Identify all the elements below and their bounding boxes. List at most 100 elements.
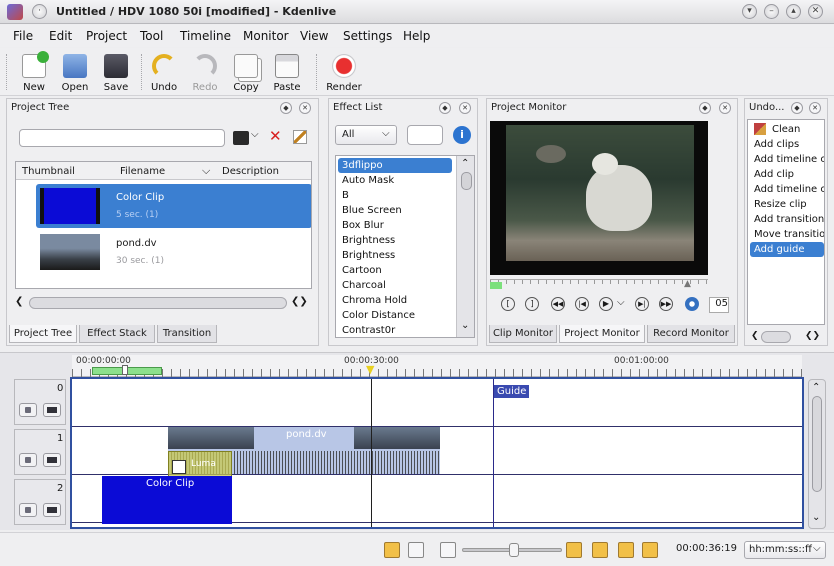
menu-edit[interactable]: Edit bbox=[49, 29, 72, 43]
effect-item[interactable]: B bbox=[338, 188, 452, 203]
undo-history-item[interactable]: Clean bbox=[750, 122, 824, 137]
zoom-value[interactable]: 05 bbox=[709, 297, 729, 313]
scroll-up-icon[interactable]: ⌃ bbox=[461, 158, 469, 169]
float-panel-button[interactable]: ◆ bbox=[699, 102, 711, 114]
scroll-left-icon[interactable]: ❮ bbox=[751, 331, 759, 341]
next-frame-icon[interactable]: ▶| bbox=[635, 297, 649, 311]
audio-mute-icon[interactable] bbox=[19, 503, 37, 517]
close-window-button[interactable]: ✕ bbox=[808, 4, 823, 19]
effect-item[interactable]: Blue Screen bbox=[338, 203, 452, 218]
undo-button[interactable]: Undo bbox=[142, 50, 186, 94]
effect-item[interactable]: Box Blur bbox=[338, 218, 452, 233]
video-toggle-icon[interactable] bbox=[43, 503, 61, 517]
set-zone-end-icon[interactable]: ] bbox=[525, 297, 539, 311]
scroll-handle[interactable] bbox=[812, 396, 822, 492]
effect-item[interactable]: Auto Mask bbox=[338, 173, 452, 188]
menu-tool[interactable]: Tool bbox=[140, 29, 163, 43]
scroll-up-icon[interactable]: ⌃ bbox=[812, 382, 820, 393]
effect-vertical-scrollbar[interactable]: ⌃ ⌄ bbox=[456, 156, 474, 337]
sort-chevron-icon[interactable]: ⌵ bbox=[202, 164, 210, 178]
forward-icon[interactable]: ▶▶ bbox=[659, 297, 673, 311]
effect-item[interactable]: Chroma Hold bbox=[338, 293, 452, 308]
menu-help[interactable]: Help bbox=[403, 29, 430, 43]
previous-frame-icon[interactable]: |◀ bbox=[575, 297, 589, 311]
tab-effect-stack[interactable]: Effect Stack bbox=[79, 325, 155, 343]
tab-clip-monitor[interactable]: Clip Monitor bbox=[489, 325, 557, 343]
column-thumbnail[interactable]: Thumbnail bbox=[22, 166, 75, 177]
undo-history-item[interactable]: Add transition to bbox=[750, 212, 824, 227]
scroll-down-icon[interactable]: ⌄ bbox=[461, 320, 469, 331]
menu-view[interactable]: View bbox=[300, 29, 328, 43]
tab-project-tree[interactable]: Project Tree bbox=[9, 325, 77, 343]
fit-zoom-icon[interactable] bbox=[440, 542, 456, 558]
shade-button[interactable]: ▾ bbox=[742, 4, 757, 19]
guide-label[interactable]: Guide bbox=[494, 385, 530, 398]
show-thumbnails-icon[interactable] bbox=[566, 542, 582, 558]
set-zone-start-icon[interactable]: [ bbox=[501, 297, 515, 311]
undo-history-item[interactable]: Resize clip bbox=[750, 197, 824, 212]
window-menu-button[interactable]: · bbox=[32, 4, 47, 19]
undo-history-item[interactable]: Add timeline clip bbox=[750, 182, 824, 197]
effect-item[interactable]: Brightness bbox=[338, 248, 452, 263]
float-panel-button[interactable]: ◆ bbox=[791, 102, 803, 114]
razor-tool-icon[interactable] bbox=[408, 542, 424, 558]
effect-item[interactable]: Contrast0r bbox=[338, 323, 452, 337]
paste-button[interactable]: Paste bbox=[265, 50, 309, 94]
monitor-ruler[interactable]: ▲ bbox=[490, 279, 708, 289]
play-options-chevron-icon[interactable]: ⌵ bbox=[617, 297, 625, 308]
timeline-ruler[interactable]: 00:00:00:00 00:00:30:00 00:01:00:00 ▼ bbox=[72, 355, 802, 377]
scroll-left-icon[interactable]: ❮ bbox=[15, 296, 23, 307]
float-panel-button[interactable]: ◆ bbox=[439, 102, 451, 114]
scroll-right-icon[interactable]: ❮❯ bbox=[805, 331, 820, 341]
timeline-transition-luma[interactable]: Luma bbox=[168, 451, 232, 477]
scroll-handle[interactable] bbox=[461, 172, 472, 190]
menu-settings[interactable]: Settings bbox=[343, 29, 392, 43]
new-button[interactable]: New bbox=[12, 50, 56, 94]
undo-history-item[interactable]: Add timeline clip bbox=[750, 152, 824, 167]
redo-button[interactable]: Redo bbox=[183, 50, 227, 94]
playhead-line[interactable] bbox=[371, 379, 372, 527]
add-clip-icon[interactable] bbox=[233, 131, 249, 145]
save-button[interactable]: Save bbox=[94, 50, 138, 94]
tab-project-monitor[interactable]: Project Monitor bbox=[559, 325, 645, 343]
float-panel-button[interactable]: ◆ bbox=[280, 102, 292, 114]
column-filename[interactable]: Filename bbox=[120, 166, 165, 177]
timeline-clip-color[interactable]: Color Clip bbox=[102, 476, 232, 524]
effect-item[interactable]: Color Distance bbox=[338, 308, 452, 323]
zone-handle[interactable] bbox=[122, 365, 128, 375]
menu-monitor[interactable]: Monitor bbox=[243, 29, 289, 43]
undo-history-item[interactable]: Add guide bbox=[750, 242, 824, 257]
open-button[interactable]: Open bbox=[53, 50, 97, 94]
select-tool-icon[interactable] bbox=[384, 542, 400, 558]
chevron-down-icon[interactable]: ⌵ bbox=[251, 129, 259, 140]
copy-button[interactable]: Copy bbox=[224, 50, 268, 94]
audio-mute-icon[interactable] bbox=[19, 453, 37, 467]
zoom-slider[interactable] bbox=[462, 543, 562, 557]
project-horizontal-scrollbar[interactable] bbox=[29, 297, 287, 309]
close-panel-button[interactable]: ✕ bbox=[719, 102, 731, 114]
show-audio-thumbnails-icon[interactable] bbox=[592, 542, 608, 558]
track-lane-0[interactable] bbox=[72, 379, 802, 427]
close-panel-button[interactable]: ✕ bbox=[299, 102, 311, 114]
menu-file[interactable]: File bbox=[13, 29, 33, 43]
playhead-triangle-icon[interactable]: ▲ bbox=[684, 279, 691, 289]
maximize-button[interactable]: ▴ bbox=[786, 4, 801, 19]
snap-icon[interactable] bbox=[642, 542, 658, 558]
menu-timeline[interactable]: Timeline bbox=[180, 29, 231, 43]
video-toggle-icon[interactable] bbox=[43, 453, 61, 467]
undo-horizontal-scrollbar[interactable] bbox=[761, 331, 791, 343]
render-button[interactable]: Render bbox=[322, 50, 366, 94]
effect-item[interactable]: Brightness bbox=[338, 233, 452, 248]
delete-clip-icon[interactable]: ✕ bbox=[269, 127, 282, 145]
effect-filter-select[interactable]: All ⌵ bbox=[335, 125, 397, 145]
video-toggle-icon[interactable] bbox=[43, 403, 61, 417]
info-icon[interactable]: i bbox=[453, 126, 471, 144]
minimize-button[interactable]: – bbox=[764, 4, 779, 19]
guide-line[interactable] bbox=[493, 379, 494, 527]
timeline-vertical-scrollbar[interactable]: ⌃ ⌄ bbox=[808, 379, 826, 529]
app-icon[interactable] bbox=[7, 4, 23, 20]
show-markers-icon[interactable] bbox=[618, 542, 634, 558]
timecode-format-select[interactable]: hh:mm:ss::ff ⌵ bbox=[744, 541, 826, 559]
effect-item[interactable]: Cartoon bbox=[338, 263, 452, 278]
play-icon[interactable]: ▶ bbox=[599, 297, 613, 311]
